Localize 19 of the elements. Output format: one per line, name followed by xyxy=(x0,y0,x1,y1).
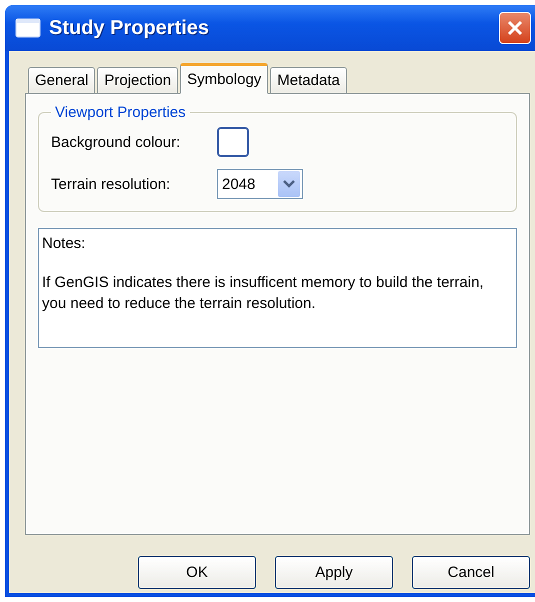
window-icon xyxy=(15,18,41,38)
group-title: Viewport Properties xyxy=(54,104,187,121)
colour-swatch[interactable] xyxy=(217,127,249,157)
field-label: Background colour: xyxy=(51,134,182,150)
tab[interactable]: Symbology xyxy=(180,63,268,94)
notes-heading: Notes: xyxy=(42,234,86,254)
field-label: Terrain resolution: xyxy=(51,176,172,192)
close-button[interactable] xyxy=(499,12,531,44)
tab[interactable]: Projection xyxy=(97,67,178,94)
dialog-button[interactable]: Cancel xyxy=(412,556,530,589)
dialog-button[interactable]: OK xyxy=(138,556,256,589)
window-title: Study Properties xyxy=(49,16,210,40)
notes-text: If GenGIS indicates there is insufficent memory to build the terrain, you need to reduce the terrain resolution. xyxy=(42,273,485,314)
close-icon xyxy=(506,19,524,37)
resolution-dropdown[interactable]: 2048 xyxy=(217,169,303,199)
tab[interactable]: General xyxy=(28,67,96,94)
dialog-button[interactable]: Apply xyxy=(275,556,393,589)
chevron-down-icon xyxy=(278,171,300,197)
tab[interactable]: Metadata xyxy=(270,67,347,94)
